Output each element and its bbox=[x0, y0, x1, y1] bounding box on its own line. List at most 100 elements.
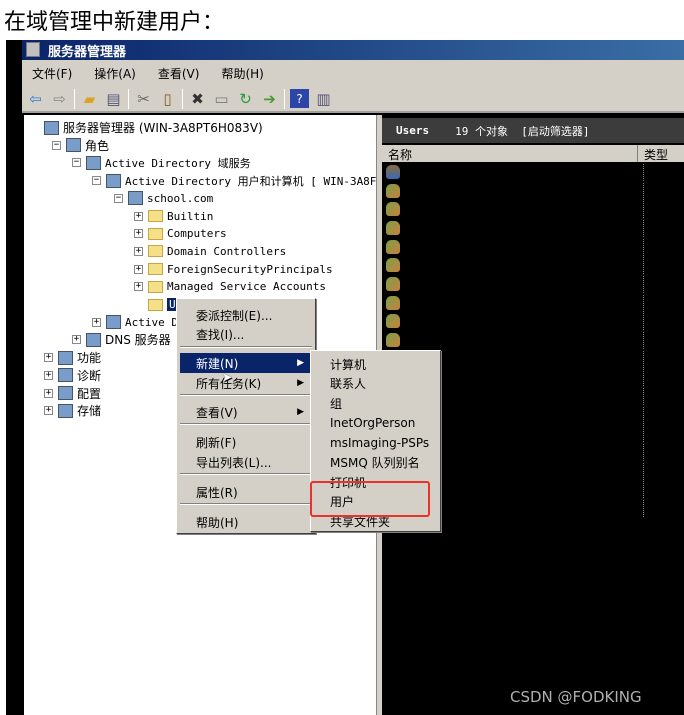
tree-item[interactable]: + ForeignSecurityPrincipals bbox=[134, 261, 333, 278]
menu-help[interactable]: 帮助(H) bbox=[221, 65, 263, 82]
expand-icon[interactable]: + bbox=[134, 264, 143, 274]
list-row[interactable]: Administrator 用户 bbox=[382, 163, 684, 182]
expand-icon[interactable]: + bbox=[44, 353, 53, 363]
submenu-item[interactable]: 联系人 bbox=[314, 374, 437, 394]
refresh-icon[interactable]: ↻ bbox=[236, 89, 255, 108]
tree-item[interactable]: 服务器管理器 (WIN-3A8PT6H083V) bbox=[44, 119, 263, 136]
collapse-icon[interactable]: − bbox=[114, 193, 123, 203]
expand-icon[interactable]: + bbox=[134, 229, 143, 239]
tree-item-label: Active Directory 域服务 bbox=[105, 156, 251, 170]
submenu-arrow-icon: ▶ bbox=[297, 378, 304, 388]
object-count: 19 个对象 bbox=[455, 124, 508, 138]
node-icon bbox=[128, 191, 143, 206]
collapse-icon[interactable]: − bbox=[72, 158, 81, 168]
submenu-item[interactable]: 计算机 bbox=[314, 354, 437, 374]
collapse-icon[interactable]: − bbox=[92, 176, 101, 186]
context-menu-item[interactable]: 属性(R) bbox=[180, 482, 312, 502]
cut-icon[interactable]: ✂ bbox=[134, 89, 153, 108]
menu-file[interactable]: 文件(F) bbox=[32, 65, 72, 82]
tree-item[interactable]: − Active Directory 用户和计算机 [ WIN-3A8F bbox=[92, 172, 376, 189]
expand-icon[interactable]: + bbox=[44, 406, 53, 416]
object-type: 安全组 bbox=[643, 313, 682, 331]
menu-item-label: 导出列表(L)... bbox=[196, 455, 272, 470]
submenu-item[interactable]: 组 bbox=[314, 393, 437, 413]
object-name: rise Read-only Domain Con... bbox=[448, 388, 634, 402]
tree-item[interactable]: + Computers bbox=[134, 225, 227, 242]
menu-action[interactable]: 操作(A) bbox=[94, 65, 136, 82]
collapse-icon[interactable]: − bbox=[52, 140, 61, 150]
expand-icon[interactable]: + bbox=[134, 246, 143, 256]
tree-item-label: Managed Service Accounts bbox=[167, 280, 326, 294]
submenu-item[interactable]: MSMQ 队列别名 bbox=[314, 453, 437, 473]
up-folder-icon[interactable]: ▰ bbox=[80, 89, 99, 108]
properties-icon[interactable]: ▭ bbox=[212, 89, 231, 108]
tree-item[interactable]: + 存储 bbox=[44, 402, 101, 419]
tree-item[interactable]: + Domain Controllers bbox=[134, 243, 286, 260]
folder-icon bbox=[148, 245, 163, 258]
tree-item[interactable]: + 诊断 bbox=[44, 367, 101, 384]
expand-icon[interactable]: + bbox=[44, 388, 53, 398]
list-row[interactable]: Domain Controllers 安全组 bbox=[382, 312, 684, 331]
list-row[interactable]: DnsAdmins 安全组 bbox=[382, 238, 684, 257]
menu-item-label: 帮助(H) bbox=[196, 515, 239, 530]
column-name[interactable]: 名称 bbox=[388, 146, 412, 163]
paste-icon[interactable]: ▯ bbox=[158, 89, 177, 108]
menu-item-label: 计算机 bbox=[330, 357, 367, 372]
list-row[interactable]: Domain Computers 安全组 bbox=[382, 294, 684, 313]
window-title: 服务器管理器 bbox=[48, 45, 127, 60]
list-row[interactable]: DnsUpdateProxy 安全组 bbox=[382, 256, 684, 275]
node-icon bbox=[106, 315, 121, 330]
list-row[interactable]: Domain Guests 安全组 bbox=[382, 331, 684, 350]
menu-item-label: InetOrgPerson bbox=[330, 416, 416, 431]
tree-item[interactable]: + Builtin bbox=[134, 208, 213, 225]
context-menu-item[interactable]: 查找(I)... bbox=[180, 324, 312, 344]
context-menu-item[interactable]: 刷新(F) bbox=[180, 432, 312, 452]
caption: 在域管理中新建用户： bbox=[4, 10, 225, 35]
context-menu-item[interactable]: 新建(N) ▶ bbox=[180, 353, 312, 373]
expand-icon[interactable]: + bbox=[44, 370, 53, 380]
tree-item[interactable]: + 功能 bbox=[44, 349, 101, 366]
toolbar-separator bbox=[284, 88, 285, 109]
tree-item[interactable]: + DNS 服务器 bbox=[72, 331, 171, 348]
context-menu-item[interactable]: 查看(V) ▶ bbox=[180, 402, 312, 422]
delete-icon[interactable]: ✖ bbox=[188, 89, 207, 108]
tree-item[interactable]: − school.com bbox=[114, 190, 213, 207]
list-row[interactable]: Allowed RODC Password Replicati... 安全组 bbox=[382, 182, 684, 201]
expand-icon[interactable]: + bbox=[134, 282, 143, 292]
group-icon bbox=[386, 239, 400, 254]
tree-item[interactable]: + 配置 bbox=[44, 385, 101, 402]
expand-icon[interactable]: + bbox=[72, 335, 81, 345]
title-bar: 服务器管理器 bbox=[22, 40, 684, 60]
tree-item[interactable]: + Active Di bbox=[92, 314, 185, 331]
filter-status[interactable]: [启动筛选器] bbox=[521, 125, 589, 138]
object-name: DM bbox=[448, 500, 462, 514]
help-icon[interactable]: ? bbox=[290, 89, 309, 108]
object-type: 安全组 bbox=[643, 369, 682, 387]
object-type: 安全组 bbox=[643, 350, 682, 368]
tree-item[interactable]: − Active Directory 域服务 bbox=[72, 154, 251, 171]
context-menu-item[interactable]: 帮助(H) bbox=[180, 512, 312, 532]
action-pane-icon[interactable]: ▥ bbox=[314, 89, 333, 108]
submenu-item[interactable]: InetOrgPerson bbox=[314, 413, 437, 433]
back-arrow-icon[interactable]: ⇦ bbox=[26, 89, 45, 108]
context-menu-item[interactable]: 所有任务(K) ▶ bbox=[180, 373, 312, 393]
tree-item[interactable]: + Managed Service Accounts bbox=[134, 278, 326, 295]
list-row[interactable]: Denied RODC Password Replicatio... 安全组 bbox=[382, 219, 684, 238]
context-menu-item[interactable]: 委派控制(E)... bbox=[180, 305, 312, 325]
object-type: 安全组 bbox=[643, 294, 682, 312]
forward-arrow-icon[interactable]: ⇨ bbox=[50, 89, 69, 108]
export-icon[interactable]: ➔ bbox=[260, 89, 279, 108]
list-row[interactable]: Domain Admins 安全组 bbox=[382, 275, 684, 294]
submenu-item[interactable]: msImaging-PSPs bbox=[314, 433, 437, 453]
group-icon bbox=[386, 332, 400, 347]
menu-separator bbox=[180, 423, 312, 425]
tree-item[interactable]: − 角色 bbox=[52, 137, 109, 154]
context-menu-item[interactable]: 导出列表(L)... bbox=[180, 452, 312, 472]
expand-icon[interactable]: + bbox=[134, 211, 143, 221]
menu-view[interactable]: 查看(V) bbox=[158, 65, 200, 82]
column-type[interactable]: 类型 bbox=[637, 145, 668, 162]
list-row[interactable]: Cert Publishers 安全组 bbox=[382, 200, 684, 219]
menu-item-label: msImaging-PSPs bbox=[330, 435, 430, 450]
show-hide-tree-icon[interactable]: ▤ bbox=[104, 89, 123, 108]
expand-icon[interactable]: + bbox=[92, 317, 101, 327]
